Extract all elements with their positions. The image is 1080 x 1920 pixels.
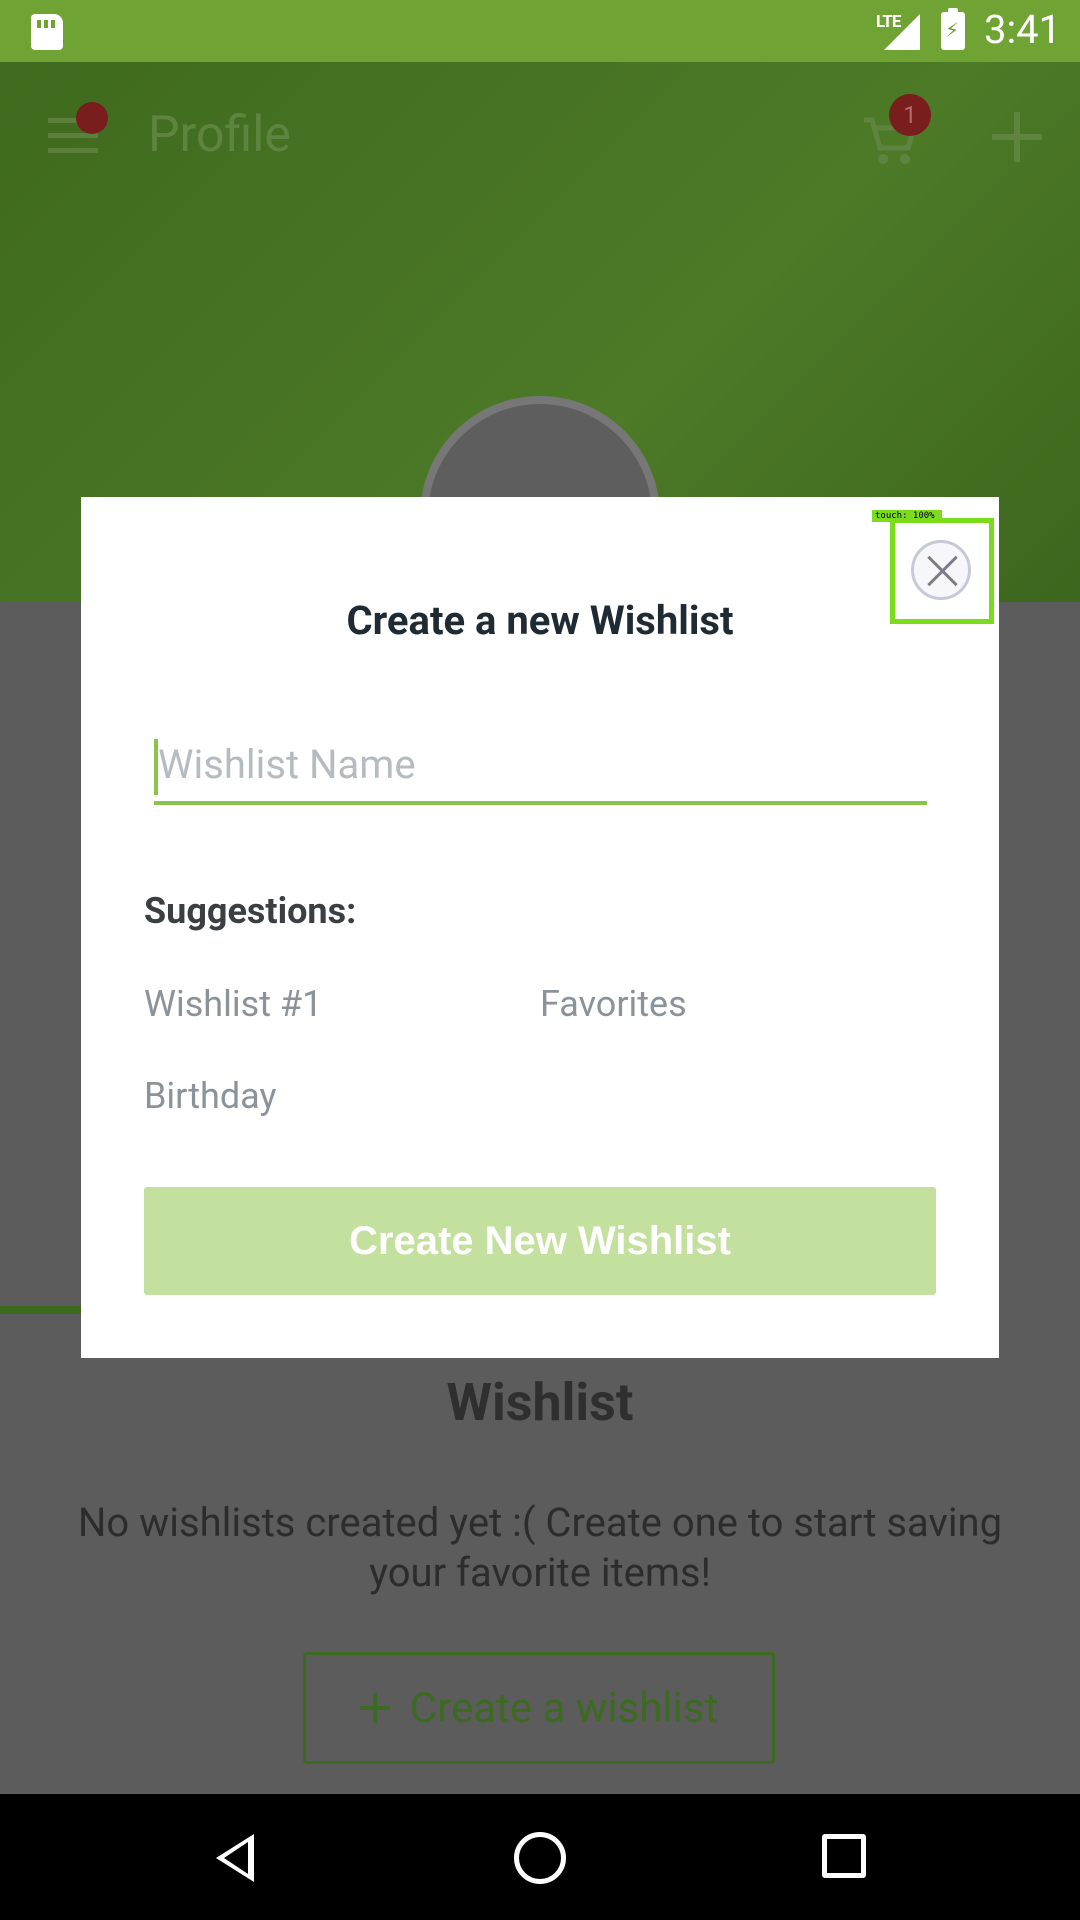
plus-icon: [359, 1693, 390, 1723]
dialog-title: Create a new Wishlist: [346, 597, 734, 644]
sd-card-icon: [31, 14, 63, 50]
clock: 3:41: [984, 6, 1062, 53]
wishlist-name-input[interactable]: [154, 735, 927, 805]
page-title: Profile: [148, 106, 291, 164]
suggestion-favorites[interactable]: Favorites: [540, 983, 687, 1025]
create-wishlist-button[interactable]: Create a wishlist: [303, 1652, 775, 1764]
add-icon[interactable]: [992, 112, 1042, 162]
notification-dot: [76, 102, 108, 134]
home-icon[interactable]: [514, 1832, 566, 1884]
close-icon: [911, 540, 971, 600]
suggestion-birthday[interactable]: Birthday: [144, 1075, 277, 1117]
suggestions-label: Suggestions:: [144, 890, 357, 932]
signal-icon: [884, 14, 920, 50]
navigation-bar: [0, 1794, 1080, 1920]
wishlist-heading: Wishlist: [446, 1372, 634, 1433]
text-cursor: [154, 739, 158, 795]
create-new-wishlist-button[interactable]: Create New Wishlist: [144, 1187, 936, 1295]
create-wishlist-dialog: touch: 100% Create a new Wishlist Sugges…: [81, 497, 999, 1358]
tab-indicator: [0, 1306, 90, 1314]
empty-wishlist-message: No wishlists created yet :( Create one t…: [77, 1499, 1003, 1596]
back-icon[interactable]: [216, 1834, 254, 1882]
cart-badge: 1: [889, 94, 931, 136]
battery-icon: [941, 8, 965, 50]
recents-icon[interactable]: [822, 1834, 866, 1878]
create-wishlist-label: Create a wishlist: [409, 1683, 719, 1733]
status-bar: LTE 3:41: [0, 0, 1080, 62]
suggestion-wishlist-1[interactable]: Wishlist #1: [144, 983, 322, 1025]
